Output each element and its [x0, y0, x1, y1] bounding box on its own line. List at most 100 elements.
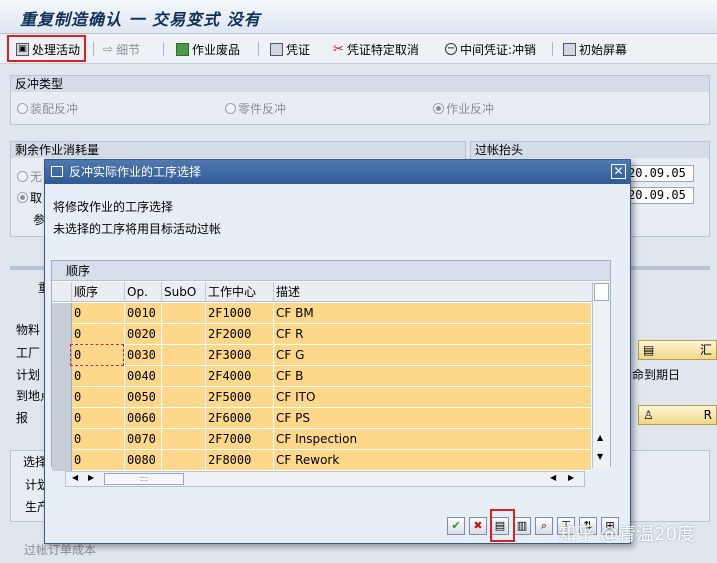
cell-seq[interactable]: 0 — [72, 303, 125, 324]
scroll-right-icon[interactable]: ▶ — [88, 473, 94, 482]
row-selector[interactable] — [52, 429, 72, 450]
cell-op[interactable]: 0040 — [125, 366, 162, 387]
assembly-reversal-radio[interactable]: 装配反冲 — [17, 100, 78, 117]
cell-seq[interactable]: 0 — [72, 429, 125, 450]
row-selector[interactable] — [52, 450, 72, 471]
document-date-field[interactable]: 20.09.05 — [624, 165, 694, 182]
cell-workcenter[interactable]: 2F4000 — [206, 366, 274, 387]
deselect-all-button[interactable]: ▥ — [513, 517, 531, 535]
row-selector[interactable] — [52, 345, 72, 366]
cell-workcenter[interactable]: 2F8000 — [206, 450, 274, 471]
plant-label: 工厂 — [16, 346, 41, 360]
cell-subo[interactable] — [162, 345, 206, 366]
cell-op[interactable]: 0070 — [125, 429, 162, 450]
intermediate-voucher-button[interactable]: − 中间凭证:冲销 — [445, 39, 536, 59]
row-selector[interactable] — [52, 387, 72, 408]
cell-seq[interactable]: 0 — [72, 324, 125, 345]
cell-desc[interactable]: CF PS — [274, 408, 592, 429]
cell-seq[interactable]: 0 — [72, 366, 125, 387]
initial-screen-button[interactable]: 初始屏幕 — [563, 39, 627, 59]
summary-button[interactable]: ▤ 汇 — [638, 340, 717, 360]
cell-desc[interactable]: CF G — [274, 345, 592, 366]
cell-workcenter[interactable]: 2F6000 — [206, 408, 274, 429]
cell-subo[interactable] — [162, 387, 206, 408]
scroll-thumb[interactable] — [594, 283, 609, 301]
activity-scrap-button[interactable]: 作业废品 — [176, 39, 240, 59]
cell-seq[interactable]: 0 — [72, 387, 125, 408]
table-title: 顺序 — [52, 261, 610, 281]
cell-workcenter[interactable]: 2F3000 — [206, 345, 274, 366]
column-header-desc[interactable]: 描述 — [274, 282, 592, 302]
cell-desc[interactable]: CF Inspection — [274, 429, 592, 450]
take-radio[interactable]: 取 — [17, 189, 42, 206]
user-button[interactable]: ♙ R — [638, 405, 717, 425]
cell-subo[interactable] — [162, 450, 206, 471]
cell-workcenter[interactable]: 2F2000 — [206, 324, 274, 345]
cell-subo[interactable] — [162, 324, 206, 345]
scroll-left-icon[interactable]: ◀ — [72, 473, 78, 482]
document-icon — [270, 42, 283, 56]
table-row[interactable]: 0 0080 2F8000 CF Rework — [52, 450, 592, 471]
scroll-right-end-icon[interactable]: ▶ — [568, 473, 574, 482]
cell-op[interactable]: 0020 — [125, 324, 162, 345]
report-checkbox[interactable]: 报 — [16, 409, 28, 426]
window-titlebar: 重复制造确认 一 交易变式 没有 — [0, 0, 717, 34]
reversal-type-group: 反冲类型 装配反冲 零件反冲 作业反冲 — [10, 75, 710, 125]
cell-op[interactable]: 0050 — [125, 387, 162, 408]
cell-desc[interactable]: CF BM — [274, 303, 592, 324]
row-selector[interactable] — [52, 324, 72, 345]
cell-desc[interactable]: CF ITO — [274, 387, 592, 408]
table-row[interactable]: 0 0010 2F1000 CF BM — [52, 303, 592, 324]
cell-workcenter[interactable]: 2F7000 — [206, 429, 274, 450]
vertical-scrollbar[interactable]: ▲ ▼ — [592, 282, 610, 468]
column-header-op[interactable]: Op. — [125, 282, 162, 302]
find-button[interactable]: ⌕ — [535, 517, 553, 535]
table-row[interactable]: 0 0070 2F7000 CF Inspection — [52, 429, 592, 450]
table-row[interactable]: 0 0030 2F3000 CF G — [52, 345, 592, 366]
column-header-subo[interactable]: SubO — [162, 282, 206, 302]
none-radio[interactable]: 无 — [17, 168, 42, 185]
voucher-cancel-button[interactable]: ✂ 凭证特定取消 — [333, 39, 419, 59]
dialog-titlebar: 反冲实际作业的工序选择 ✕ — [45, 160, 630, 184]
horizontal-scrollbar[interactable]: ◀ ▶ ::: ◀ ▶ — [65, 471, 585, 487]
cell-op[interactable]: 0080 — [125, 450, 162, 471]
row-selector[interactable] — [52, 303, 72, 324]
toolbar-separator — [258, 42, 259, 56]
cell-desc[interactable]: CF R — [274, 324, 592, 345]
cell-seq[interactable]: 0 — [72, 450, 125, 471]
h-scroll-thumb[interactable]: ::: — [104, 473, 184, 485]
voucher-button[interactable]: 凭证 — [270, 39, 310, 59]
cell-op[interactable]: 0010 — [125, 303, 162, 324]
cell-workcenter[interactable]: 2F1000 — [206, 303, 274, 324]
cell-workcenter[interactable]: 2F5000 — [206, 387, 274, 408]
scroll-left-end-icon[interactable]: ◀ — [550, 473, 556, 482]
detail-button[interactable]: ⇨ 细节 — [103, 39, 140, 59]
cell-op[interactable]: 0060 — [125, 408, 162, 429]
cell-subo[interactable] — [162, 303, 206, 324]
posting-date-field[interactable]: 20.09.05 — [624, 187, 694, 204]
table-row[interactable]: 0 0050 2F5000 CF ITO — [52, 387, 592, 408]
cell-subo[interactable] — [162, 366, 206, 387]
cell-subo[interactable] — [162, 429, 206, 450]
cell-desc[interactable]: CF B — [274, 366, 592, 387]
row-selector[interactable] — [52, 366, 72, 387]
cell-desc[interactable]: CF Rework — [274, 450, 592, 471]
dialog-title: 反冲实际作业的工序选择 — [69, 165, 202, 179]
table-row[interactable]: 0 0060 2F6000 CF PS — [52, 408, 592, 429]
component-reversal-radio[interactable]: 零件反冲 — [225, 100, 286, 117]
cell-seq[interactable]: 0 — [72, 408, 125, 429]
close-icon[interactable]: ✕ — [611, 164, 626, 179]
activity-reversal-radio[interactable]: 作业反冲 — [433, 100, 494, 117]
cell-subo[interactable] — [162, 408, 206, 429]
scroll-up-icon[interactable]: ▲ — [597, 433, 603, 442]
column-header-seq[interactable]: 顺序 — [72, 282, 125, 302]
cancel-button[interactable]: ✖ — [469, 517, 487, 535]
cell-op[interactable]: 0030 — [125, 345, 162, 366]
column-header-workcenter[interactable]: 工作中心 — [206, 282, 274, 302]
select-all-cell[interactable] — [52, 282, 72, 302]
table-row[interactable]: 0 0020 2F2000 CF R — [52, 324, 592, 345]
row-selector[interactable] — [52, 408, 72, 429]
table-row[interactable]: 0 0040 2F4000 CF B — [52, 366, 592, 387]
confirm-button[interactable]: ✔ — [447, 517, 465, 535]
scroll-down-icon[interactable]: ▼ — [597, 452, 603, 461]
